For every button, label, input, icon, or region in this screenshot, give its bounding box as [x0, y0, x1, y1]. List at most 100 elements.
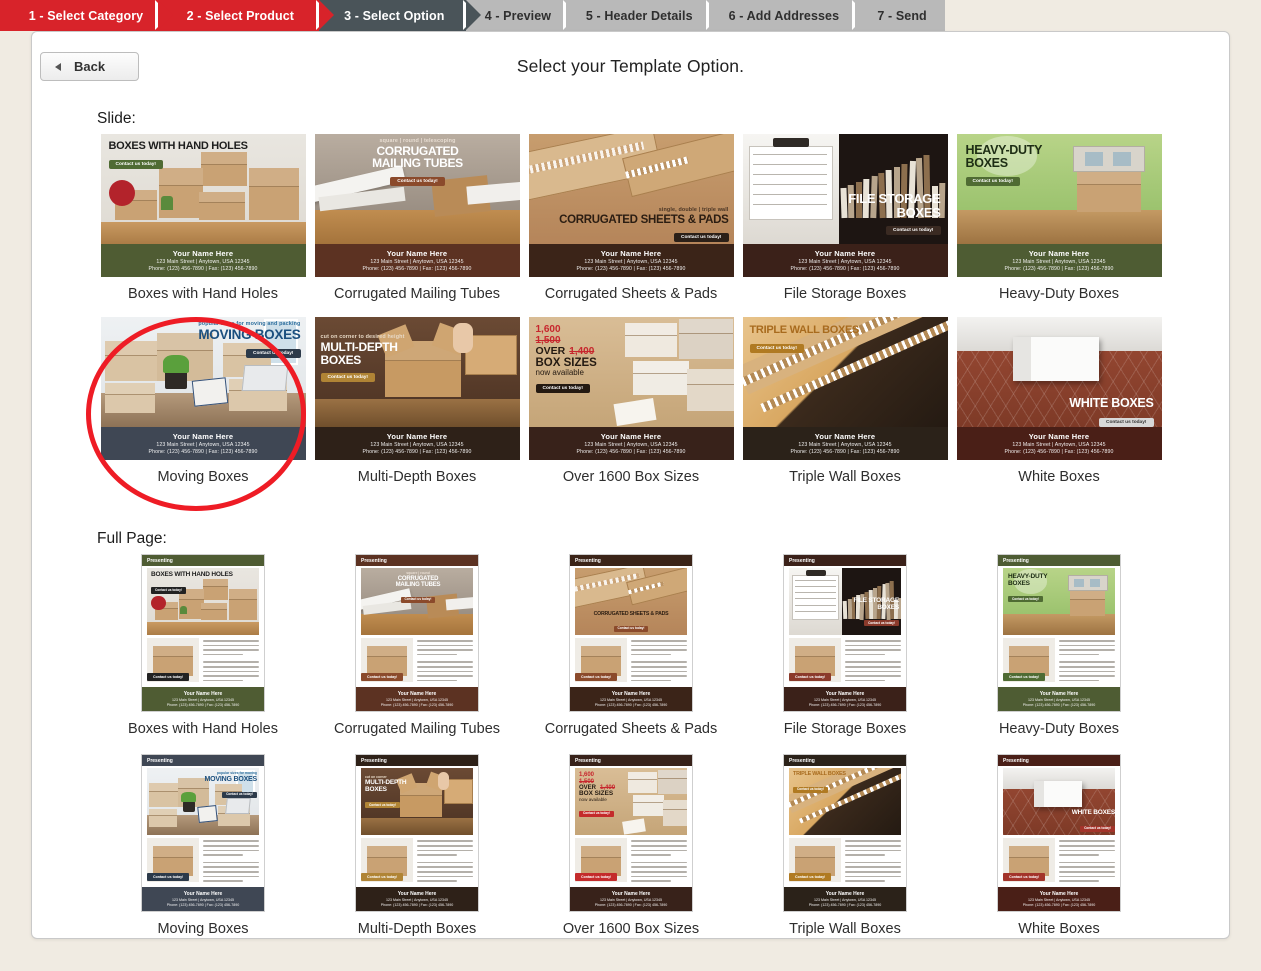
template-footer: Your Name Here 123 Main Street | Anytown,… [956, 427, 1162, 461]
fullpage-presenting-header: Presenting [570, 755, 692, 767]
fullpage-template-corrugated-sheets-pads[interactable]: Presenting CORRUGATED SHEETS & PADS Contac… [569, 554, 693, 712]
template-headline: WHITE BOXES [1071, 809, 1115, 817]
text-line [1059, 880, 1100, 882]
contact-cta-button[interactable]: Contact us today! [400, 596, 436, 604]
footer-name: Your Name Here [397, 891, 437, 898]
footer-address: 123 Main Street | Anytown, USA 12345 [156, 259, 250, 265]
slide-template-multi-depth-boxes[interactable]: cut on corner to desired height MULTI-DEP… [314, 317, 520, 461]
contact-cta-button[interactable]: Contact us today! [613, 625, 649, 633]
contact-cta-button[interactable]: Contact us today! [673, 232, 729, 242]
fullpage-template-triple-wall-boxes[interactable]: Presenting TRIPLE WALL BOXES Contact us to… [783, 754, 907, 913]
text-line [631, 665, 687, 668]
fullpage-cta-button[interactable]: Contact us today! [147, 873, 190, 882]
template-headline-block: FILE STORAGE BOXES Contact us today! [819, 597, 899, 628]
text-line [417, 854, 458, 856]
fullpage-cta-button[interactable]: Contact us today! [361, 873, 404, 882]
fullpage-template-heavy-duty-boxes[interactable]: Presenting HEAVY-DUTY BOXES Contact us toda… [997, 554, 1121, 712]
slide-template-grid: BOXES WITH HAND HOLES Contact us today! Yo… [96, 134, 1166, 487]
slide-template-triple-wall-boxes[interactable]: TRIPLE WALL BOXES Contact us today! Your N… [742, 317, 948, 461]
footer-name: Your Name Here [183, 891, 223, 898]
contact-cta-button[interactable]: Contact us today! [864, 620, 899, 627]
fullpage-cta-button[interactable]: Contact us today! [147, 673, 190, 681]
footer-name: Your Name Here [1028, 432, 1090, 442]
slide-template-cell: 1,600 1,500 OVER 1,400 BOX SIZES now availabl… [524, 317, 738, 486]
contact-cta-button[interactable]: Contact us today! [1080, 825, 1115, 833]
footer-name: Your Name Here [611, 691, 651, 697]
fullpage-body-text [417, 838, 473, 888]
contact-cta-button[interactable]: Contact us today! [1008, 596, 1043, 603]
contact-cta-button[interactable]: Contact us today! [245, 349, 301, 359]
fullpage-template-file-storage-boxes[interactable]: Presenting FILE STORAGE BOXES Contact us to… [783, 554, 907, 712]
contact-cta-button[interactable]: Contact us today! [390, 176, 445, 186]
footer-address: 123 Main Street | Anytown, USA 12345 [370, 259, 464, 265]
text-line [1059, 649, 1115, 651]
text-line [203, 840, 259, 842]
contact-cta-button[interactable]: Contact us today! [579, 810, 614, 818]
template-headline: BOXES WITH HAND HOLES [108, 140, 248, 152]
template-footer: Your Name Here 123 Main Street | Anytown,… [998, 887, 1120, 912]
fullpage-template-white-boxes[interactable]: Presenting WHITE BOXES Contact us today! Co… [997, 754, 1121, 913]
breadcrumb-arrow-icon [318, 0, 334, 30]
text-line [845, 661, 901, 663]
slide-template-moving-boxes[interactable]: popular sizes for moving and packing MOVI… [100, 317, 306, 461]
fullpage-presenting-header: Presenting [570, 555, 692, 566]
fullpage-body-text [631, 638, 687, 688]
slide-template-white-boxes[interactable]: WHITE BOXES Contact us today! Your Name He… [956, 317, 1162, 461]
breadcrumb-step-1[interactable]: 1 - Select Category [0, 0, 173, 31]
contact-cta-button[interactable]: Contact us today! [151, 587, 186, 594]
text-line [845, 653, 886, 656]
template-footer: Your Name Here 123 Main Street | Anytown,… [570, 687, 692, 711]
contact-cta-button[interactable]: Contact us today! [320, 373, 376, 383]
slide-template-file-storage-boxes[interactable]: FILE STORAGE BOXES Contact us today! Your N… [742, 134, 948, 277]
fullpage-cta-button[interactable]: Contact us today! [361, 673, 404, 681]
text-line [1059, 665, 1115, 668]
breadcrumb-step-4[interactable]: 4 - Preview [465, 0, 581, 31]
slide-template-caption: Triple Wall Boxes [789, 469, 901, 486]
contact-cta-button[interactable]: Contact us today! [222, 791, 257, 799]
breadcrumb-step-6[interactable]: 6 - Add Addresses [708, 0, 871, 31]
contact-cta-button[interactable]: Contact us today! [365, 802, 400, 809]
footer-name: Your Name Here [172, 249, 234, 258]
contact-cta-button[interactable]: Contact us today! [793, 786, 828, 793]
contact-cta-button[interactable]: Contact us today! [965, 177, 1021, 187]
text-line [845, 679, 886, 682]
fullpage-cta-button[interactable]: Contact us today! [1003, 673, 1046, 681]
fullpage-template-multi-depth-boxes[interactable]: Presenting cut on corner MULTI-DEPTH BOXES C… [355, 754, 479, 913]
over-word: OVER [535, 344, 566, 357]
template-footer: Your Name Here 123 Main Street | Anytown,… [570, 887, 692, 912]
slide-template-heavy-duty-boxes[interactable]: HEAVY-DUTY BOXES Contact us today! Your Nam… [956, 134, 1162, 277]
template-footer: Your Name Here 123 Main Street | Anytown,… [742, 427, 948, 461]
fullpage-cta-button[interactable]: Contact us today! [789, 673, 832, 681]
footer-address: 123 Main Street | Anytown, USA 12345 [385, 898, 449, 903]
fullpage-template-boxes-with-hand-holes[interactable]: Presenting BOXES WITH HAND HOLES Contact u… [141, 554, 265, 712]
slide-template-cell: BOXES WITH HAND HOLES Contact us today! Yo… [96, 134, 310, 303]
contact-cta-button[interactable]: Contact us today! [749, 343, 805, 353]
slide-template-caption: File Storage Boxes [783, 286, 907, 302]
fullpage-template-corrugated-mailing-tubes[interactable]: Presenting square | round CORRUGATED MAILIN… [355, 554, 479, 712]
text-line [845, 649, 901, 651]
slide-template-over-1600-box-sizes[interactable]: 1,600 1,500 OVER 1,400 BOX SIZES now availabl… [528, 317, 734, 461]
breadcrumb-step-5[interactable]: 5 - Header Details [565, 0, 724, 31]
fullpage-template-caption: Triple Wall Boxes [789, 921, 901, 938]
contact-cta-button[interactable]: Contact us today! [108, 159, 164, 169]
text-line [845, 866, 901, 868]
template-headline-block: 1,600 1,500 OVER 1,400 BOX SIZES now availabl… [535, 325, 651, 394]
fullpage-template-caption: Multi-Depth Boxes [357, 921, 477, 938]
contact-cta-button[interactable]: Contact us today! [1098, 417, 1154, 427]
section-label-full-page: Full Page: [97, 530, 167, 547]
fullpage-cta-button[interactable]: Contact us today! [1003, 873, 1046, 882]
text-line [203, 854, 244, 856]
slide-template-corrugated-sheets-pads[interactable]: single, double | triple wall CORRUGATED S… [528, 134, 734, 277]
fullpage-cta-button[interactable]: Contact us today! [575, 873, 618, 882]
contact-cta-button[interactable]: Contact us today! [885, 226, 941, 236]
slide-template-boxes-with-hand-holes[interactable]: BOXES WITH HAND HOLES Contact us today! Yo… [100, 134, 306, 277]
slide-template-corrugated-mailing-tubes[interactable]: square | round | telescoping CORRUGATED MA… [314, 134, 520, 277]
text-line [631, 649, 687, 651]
breadcrumb-step-2[interactable]: 2 - Select Product [158, 0, 334, 31]
breadcrumb-step-3[interactable]: 3 - Select Option [318, 0, 481, 31]
fullpage-template-over-1600-box-sizes[interactable]: Presenting 1,600 1,500 OVER 1,400 BOX SIZES no… [569, 754, 693, 913]
fullpage-template-moving-boxes[interactable]: Presenting popular sizes for moving MOVING… [141, 754, 265, 913]
contact-cta-button[interactable]: Contact us today! [535, 384, 591, 394]
fullpage-cta-button[interactable]: Contact us today! [789, 873, 832, 882]
fullpage-cta-button[interactable]: Contact us today! [575, 673, 618, 681]
